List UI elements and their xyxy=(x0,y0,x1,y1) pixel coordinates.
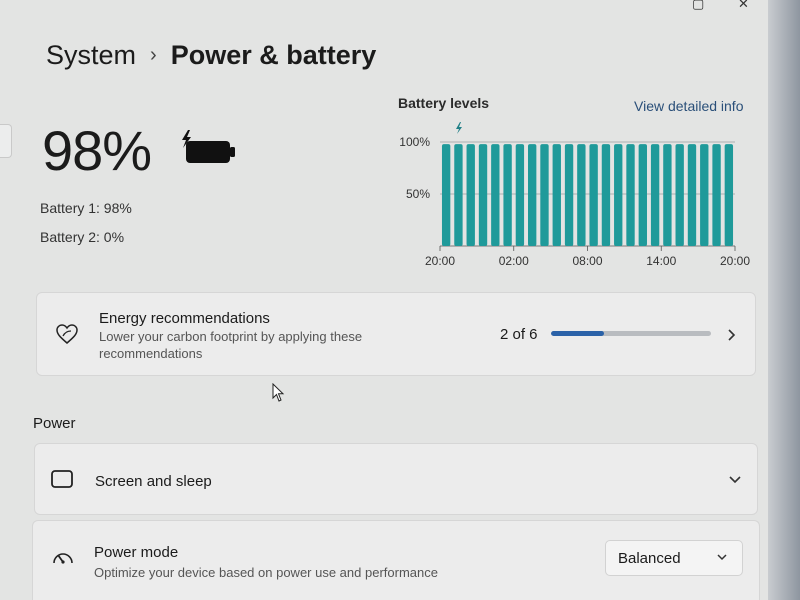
chart-bar xyxy=(540,144,549,246)
chevron-down-icon xyxy=(729,476,741,484)
x-tick-label: 14:00 xyxy=(646,254,676,268)
screen-and-sleep-title: Screen and sleep xyxy=(95,473,212,490)
x-tick-label: 20:00 xyxy=(425,254,455,268)
charging-bolt-icon xyxy=(456,122,462,134)
screen-sleep-icon xyxy=(51,470,74,491)
power-mode-subtitle: Optimize your device based on power use … xyxy=(94,565,438,580)
energy-recommendations-subtitle: Lower your carbon footprint by applying … xyxy=(99,329,363,361)
chart-bar xyxy=(626,144,635,246)
chart-bar xyxy=(675,144,684,246)
chart-bar xyxy=(638,144,647,246)
chart-bar xyxy=(466,144,475,246)
chart-bar xyxy=(650,144,660,246)
chevron-right-icon xyxy=(728,329,736,341)
chart-bar xyxy=(724,144,734,246)
power-section-header: Power xyxy=(33,415,76,432)
nav-collapsed-edge[interactable] xyxy=(0,124,12,158)
chart-bar xyxy=(687,144,697,246)
breadcrumb-parent[interactable]: System xyxy=(46,40,136,71)
mouse-cursor-icon xyxy=(272,383,285,402)
chart-y-axis: 100% 50% xyxy=(399,135,430,201)
chart-bar xyxy=(441,144,451,246)
desktop-edge xyxy=(768,0,800,600)
chart-bar xyxy=(503,144,512,246)
screen-and-sleep-card[interactable]: Screen and sleep xyxy=(34,443,758,515)
breadcrumb: System › Power & battery xyxy=(46,40,376,71)
breadcrumb-separator: › xyxy=(150,44,157,66)
chart-title: Battery levels xyxy=(398,95,490,111)
chart-bars xyxy=(441,144,734,246)
battery-1-status: Battery 1: 98% xyxy=(40,200,132,216)
chart-bar xyxy=(663,144,672,246)
x-tick-label: 20:00 xyxy=(720,254,750,268)
chart-bar xyxy=(515,144,525,246)
chart-bar xyxy=(712,144,721,246)
chart-bar xyxy=(564,144,574,246)
chart-bar xyxy=(700,144,709,246)
chart-bar xyxy=(478,144,488,246)
battery-levels-chart: 100% 50% 20:00 02:00 08:00 14:00 20:00 xyxy=(399,122,750,268)
x-tick-label: 02:00 xyxy=(499,254,529,268)
leaf-heart-icon xyxy=(56,324,78,344)
page-title: Power & battery xyxy=(170,40,377,70)
power-mode-gauge-icon xyxy=(53,553,73,564)
chart-bar xyxy=(589,144,598,246)
battery-percentage: 98% xyxy=(42,119,152,182)
chevron-down-icon xyxy=(717,554,727,561)
close-icon[interactable]: ✕ xyxy=(738,0,749,12)
chart-bar xyxy=(454,144,463,246)
chart-x-axis: 20:00 02:00 08:00 14:00 20:00 xyxy=(425,246,750,268)
y-tick-label: 50% xyxy=(406,187,430,201)
chart-bar xyxy=(577,144,586,246)
chart-bar xyxy=(614,144,623,246)
y-tick-label: 100% xyxy=(399,135,430,149)
chart-bar xyxy=(528,144,537,246)
battery-2-status: Battery 2: 0% xyxy=(40,229,125,245)
power-mode-title: Power mode xyxy=(94,544,179,561)
power-mode-dropdown[interactable]: Balanced xyxy=(605,540,743,576)
view-detailed-info-link[interactable]: View detailed info xyxy=(634,98,743,114)
chart-bar xyxy=(601,144,611,246)
power-mode-selected: Balanced xyxy=(618,549,681,567)
recommendations-progress-label: 2 of 6 xyxy=(500,326,538,343)
recommendations-progress-bar xyxy=(551,331,711,336)
chart-bar xyxy=(552,144,561,246)
chart-bar xyxy=(491,144,500,246)
battery-charging-icon xyxy=(182,130,235,163)
recommendations-progress-fill xyxy=(551,331,605,336)
maximize-icon[interactable]: ▢ xyxy=(692,0,704,12)
x-tick-label: 08:00 xyxy=(572,254,602,268)
energy-recommendations-title: Energy recommendations xyxy=(99,310,270,327)
